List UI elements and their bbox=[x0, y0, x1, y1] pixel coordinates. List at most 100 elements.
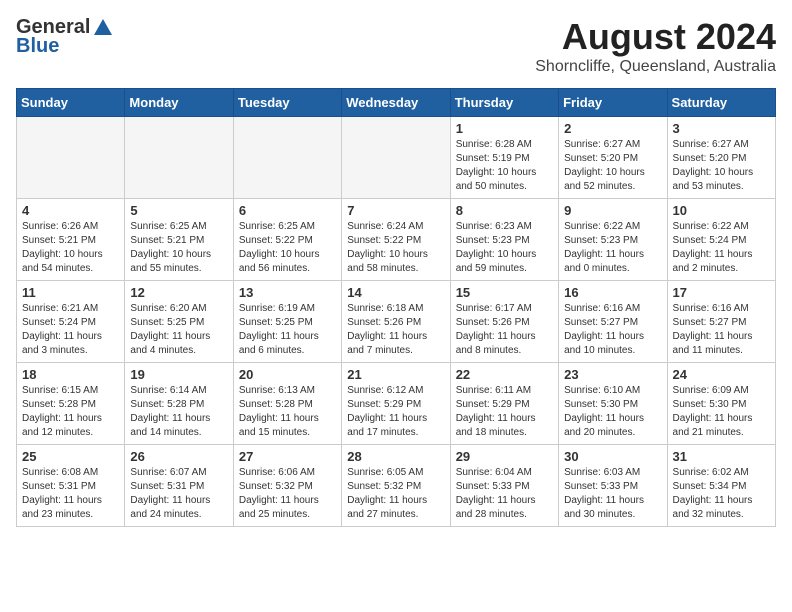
day-header-saturday: Saturday bbox=[667, 89, 775, 117]
month-title: August 2024 bbox=[535, 16, 776, 58]
day-header-sunday: Sunday bbox=[17, 89, 125, 117]
day-info: Sunrise: 6:25 AM Sunset: 5:21 PM Dayligh… bbox=[130, 220, 227, 276]
calendar-cell: 28 Sunrise: 6:05 AM Sunset: 5:32 PM Dayli… bbox=[342, 445, 450, 527]
day-number: 31 bbox=[673, 449, 770, 464]
calendar-cell: 29Sunrise: 6:04 AM Sunset: 5:33 PM Dayli… bbox=[450, 445, 558, 527]
calendar-cell: 9 Sunrise: 6:22 AM Sunset: 5:23 PM Daylig… bbox=[559, 199, 667, 281]
day-header-tuesday: Tuesday bbox=[233, 89, 341, 117]
day-number: 27 bbox=[239, 449, 336, 464]
day-info: Sunrise: 6:17 AM Sunset: 5:26 PM Dayligh… bbox=[456, 302, 553, 358]
calendar-cell: 19Sunrise: 6:14 AM Sunset: 5:28 PM Dayli… bbox=[125, 363, 233, 445]
day-number: 7 bbox=[347, 203, 444, 218]
calendar-table: SundayMondayTuesdayWednesdayThursdayFrid… bbox=[16, 88, 776, 527]
calendar-header-row: SundayMondayTuesdayWednesdayThursdayFrid… bbox=[17, 89, 776, 117]
location-subtitle: Shorncliffe, Queensland, Australia bbox=[535, 58, 776, 76]
day-info: Sunrise: 6:23 AM Sunset: 5:23 PM Dayligh… bbox=[456, 220, 553, 276]
day-number: 19 bbox=[130, 367, 227, 382]
calendar-cell: 10Sunrise: 6:22 AM Sunset: 5:24 PM Dayli… bbox=[667, 199, 775, 281]
day-number: 17 bbox=[673, 285, 770, 300]
day-number: 1 bbox=[456, 121, 553, 136]
day-info: Sunrise: 6:10 AM Sunset: 5:30 PM Dayligh… bbox=[564, 384, 661, 440]
calendar-cell: 24 Sunrise: 6:09 AM Sunset: 5:30 PM Dayli… bbox=[667, 363, 775, 445]
day-info: Sunrise: 6:08 AM Sunset: 5:31 PM Dayligh… bbox=[22, 466, 119, 522]
calendar-cell: 17 Sunrise: 6:16 AM Sunset: 5:27 PM Dayli… bbox=[667, 281, 775, 363]
day-info: Sunrise: 6:11 AM Sunset: 5:29 PM Dayligh… bbox=[456, 384, 553, 440]
day-info: Sunrise: 6:16 AM Sunset: 5:27 PM Dayligh… bbox=[673, 302, 770, 358]
day-info: Sunrise: 6:21 AM Sunset: 5:24 PM Dayligh… bbox=[22, 302, 119, 358]
day-number: 16 bbox=[564, 285, 661, 300]
day-number: 4 bbox=[22, 203, 119, 218]
calendar-cell: 5 Sunrise: 6:25 AM Sunset: 5:21 PM Daylig… bbox=[125, 199, 233, 281]
day-number: 26 bbox=[130, 449, 227, 464]
header: General Blue August 2024 Shorncliffe, Qu… bbox=[16, 16, 776, 76]
day-info: Sunrise: 6:25 AM Sunset: 5:22 PM Dayligh… bbox=[239, 220, 336, 276]
day-info: Sunrise: 6:02 AM Sunset: 5:34 PM Dayligh… bbox=[673, 466, 770, 522]
day-number: 9 bbox=[564, 203, 661, 218]
day-number: 13 bbox=[239, 285, 336, 300]
day-number: 21 bbox=[347, 367, 444, 382]
calendar-cell: 15 Sunrise: 6:17 AM Sunset: 5:26 PM Dayli… bbox=[450, 281, 558, 363]
calendar-cell: 23 Sunrise: 6:10 AM Sunset: 5:30 PM Dayli… bbox=[559, 363, 667, 445]
calendar-cell: 16Sunrise: 6:16 AM Sunset: 5:27 PM Dayli… bbox=[559, 281, 667, 363]
day-header-friday: Friday bbox=[559, 89, 667, 117]
calendar-cell: 20 Sunrise: 6:13 AM Sunset: 5:28 PM Dayli… bbox=[233, 363, 341, 445]
calendar-cell: 8 Sunrise: 6:23 AM Sunset: 5:23 PM Daylig… bbox=[450, 199, 558, 281]
day-info: Sunrise: 6:19 AM Sunset: 5:25 PM Dayligh… bbox=[239, 302, 336, 358]
day-number: 10 bbox=[673, 203, 770, 218]
calendar-cell: 1 Sunrise: 6:28 AM Sunset: 5:19 PM Daylig… bbox=[450, 117, 558, 199]
day-info: Sunrise: 6:18 AM Sunset: 5:26 PM Dayligh… bbox=[347, 302, 444, 358]
day-number: 30 bbox=[564, 449, 661, 464]
calendar-cell: 13 Sunrise: 6:19 AM Sunset: 5:25 PM Dayli… bbox=[233, 281, 341, 363]
day-header-wednesday: Wednesday bbox=[342, 89, 450, 117]
day-info: Sunrise: 6:27 AM Sunset: 5:20 PM Dayligh… bbox=[673, 138, 770, 194]
logo: General Blue bbox=[16, 16, 114, 58]
calendar-week-row: 25 Sunrise: 6:08 AM Sunset: 5:31 PM Dayli… bbox=[17, 445, 776, 527]
calendar-cell: 2Sunrise: 6:27 AM Sunset: 5:20 PM Daylig… bbox=[559, 117, 667, 199]
logo-icon bbox=[92, 17, 114, 39]
day-number: 11 bbox=[22, 285, 119, 300]
calendar-cell: 11 Sunrise: 6:21 AM Sunset: 5:24 PM Dayli… bbox=[17, 281, 125, 363]
day-info: Sunrise: 6:09 AM Sunset: 5:30 PM Dayligh… bbox=[673, 384, 770, 440]
day-info: Sunrise: 6:15 AM Sunset: 5:28 PM Dayligh… bbox=[22, 384, 119, 440]
day-info: Sunrise: 6:13 AM Sunset: 5:28 PM Dayligh… bbox=[239, 384, 336, 440]
day-number: 29 bbox=[456, 449, 553, 464]
calendar-week-row: 11 Sunrise: 6:21 AM Sunset: 5:24 PM Dayli… bbox=[17, 281, 776, 363]
day-info: Sunrise: 6:22 AM Sunset: 5:23 PM Dayligh… bbox=[564, 220, 661, 276]
calendar-cell: 14Sunrise: 6:18 AM Sunset: 5:26 PM Dayli… bbox=[342, 281, 450, 363]
calendar-cell: 7 Sunrise: 6:24 AM Sunset: 5:22 PM Daylig… bbox=[342, 199, 450, 281]
calendar-cell: 26Sunrise: 6:07 AM Sunset: 5:31 PM Dayli… bbox=[125, 445, 233, 527]
day-number: 8 bbox=[456, 203, 553, 218]
calendar-week-row: 4 Sunrise: 6:26 AM Sunset: 5:21 PM Daylig… bbox=[17, 199, 776, 281]
calendar-cell: 12 Sunrise: 6:20 AM Sunset: 5:25 PM Dayli… bbox=[125, 281, 233, 363]
day-info: Sunrise: 6:27 AM Sunset: 5:20 PM Dayligh… bbox=[564, 138, 661, 194]
day-info: Sunrise: 6:05 AM Sunset: 5:32 PM Dayligh… bbox=[347, 466, 444, 522]
day-number: 18 bbox=[22, 367, 119, 382]
calendar-cell bbox=[233, 117, 341, 199]
calendar-week-row: 18 Sunrise: 6:15 AM Sunset: 5:28 PM Dayli… bbox=[17, 363, 776, 445]
day-number: 22 bbox=[456, 367, 553, 382]
day-info: Sunrise: 6:26 AM Sunset: 5:21 PM Dayligh… bbox=[22, 220, 119, 276]
calendar-cell bbox=[342, 117, 450, 199]
day-number: 5 bbox=[130, 203, 227, 218]
day-number: 23 bbox=[564, 367, 661, 382]
day-number: 15 bbox=[456, 285, 553, 300]
day-info: Sunrise: 6:24 AM Sunset: 5:22 PM Dayligh… bbox=[347, 220, 444, 276]
day-info: Sunrise: 6:28 AM Sunset: 5:19 PM Dayligh… bbox=[456, 138, 553, 194]
day-number: 24 bbox=[673, 367, 770, 382]
calendar-cell: 30Sunrise: 6:03 AM Sunset: 5:33 PM Dayli… bbox=[559, 445, 667, 527]
calendar-cell: 31 Sunrise: 6:02 AM Sunset: 5:34 PM Dayli… bbox=[667, 445, 775, 527]
day-number: 6 bbox=[239, 203, 336, 218]
day-number: 12 bbox=[130, 285, 227, 300]
calendar-cell: 4 Sunrise: 6:26 AM Sunset: 5:21 PM Daylig… bbox=[17, 199, 125, 281]
day-info: Sunrise: 6:12 AM Sunset: 5:29 PM Dayligh… bbox=[347, 384, 444, 440]
day-number: 20 bbox=[239, 367, 336, 382]
calendar-cell: 27Sunrise: 6:06 AM Sunset: 5:32 PM Dayli… bbox=[233, 445, 341, 527]
day-number: 28 bbox=[347, 449, 444, 464]
calendar-cell: 21 Sunrise: 6:12 AM Sunset: 5:29 PM Dayli… bbox=[342, 363, 450, 445]
calendar-cell bbox=[17, 117, 125, 199]
title-area: August 2024 Shorncliffe, Queensland, Aus… bbox=[535, 16, 776, 76]
calendar-cell: 6 Sunrise: 6:25 AM Sunset: 5:22 PM Daylig… bbox=[233, 199, 341, 281]
day-number: 25 bbox=[22, 449, 119, 464]
day-info: Sunrise: 6:20 AM Sunset: 5:25 PM Dayligh… bbox=[130, 302, 227, 358]
calendar-cell: 25 Sunrise: 6:08 AM Sunset: 5:31 PM Dayli… bbox=[17, 445, 125, 527]
